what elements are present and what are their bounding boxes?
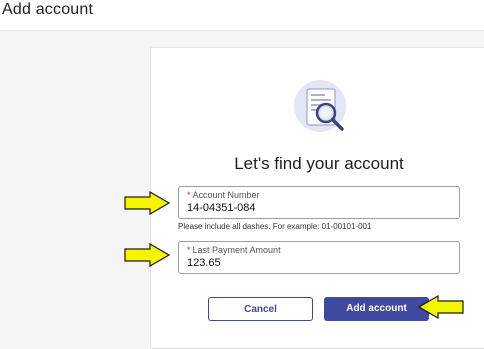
account-number-label-text: Account Number [192, 190, 260, 200]
account-number-field[interactable]: * Account Number [178, 186, 460, 219]
add-account-button[interactable]: Add account [324, 297, 429, 321]
cancel-button[interactable]: Cancel [208, 297, 313, 321]
last-payment-input[interactable] [187, 257, 447, 269]
last-payment-field[interactable]: * Last Payment Amount [178, 241, 460, 274]
account-number-hint: Please include all dashes. For example: … [178, 222, 372, 231]
find-account-heading: Let's find your account [234, 154, 404, 173]
required-marker: * [187, 245, 191, 255]
page-header: Add account [0, 0, 484, 31]
pointer-arrow-icon [124, 243, 170, 267]
account-number-label: * Account Number [187, 190, 260, 200]
required-marker: * [187, 190, 191, 200]
account-number-input[interactable] [187, 202, 447, 214]
last-payment-label: * Last Payment Amount [187, 245, 281, 255]
last-payment-label-text: Last Payment Amount [192, 245, 281, 255]
document-magnifier-illustration [294, 80, 346, 132]
pointer-arrow-icon [418, 295, 464, 319]
page-title: Add account [2, 1, 94, 18]
pointer-arrow-icon [124, 191, 170, 215]
